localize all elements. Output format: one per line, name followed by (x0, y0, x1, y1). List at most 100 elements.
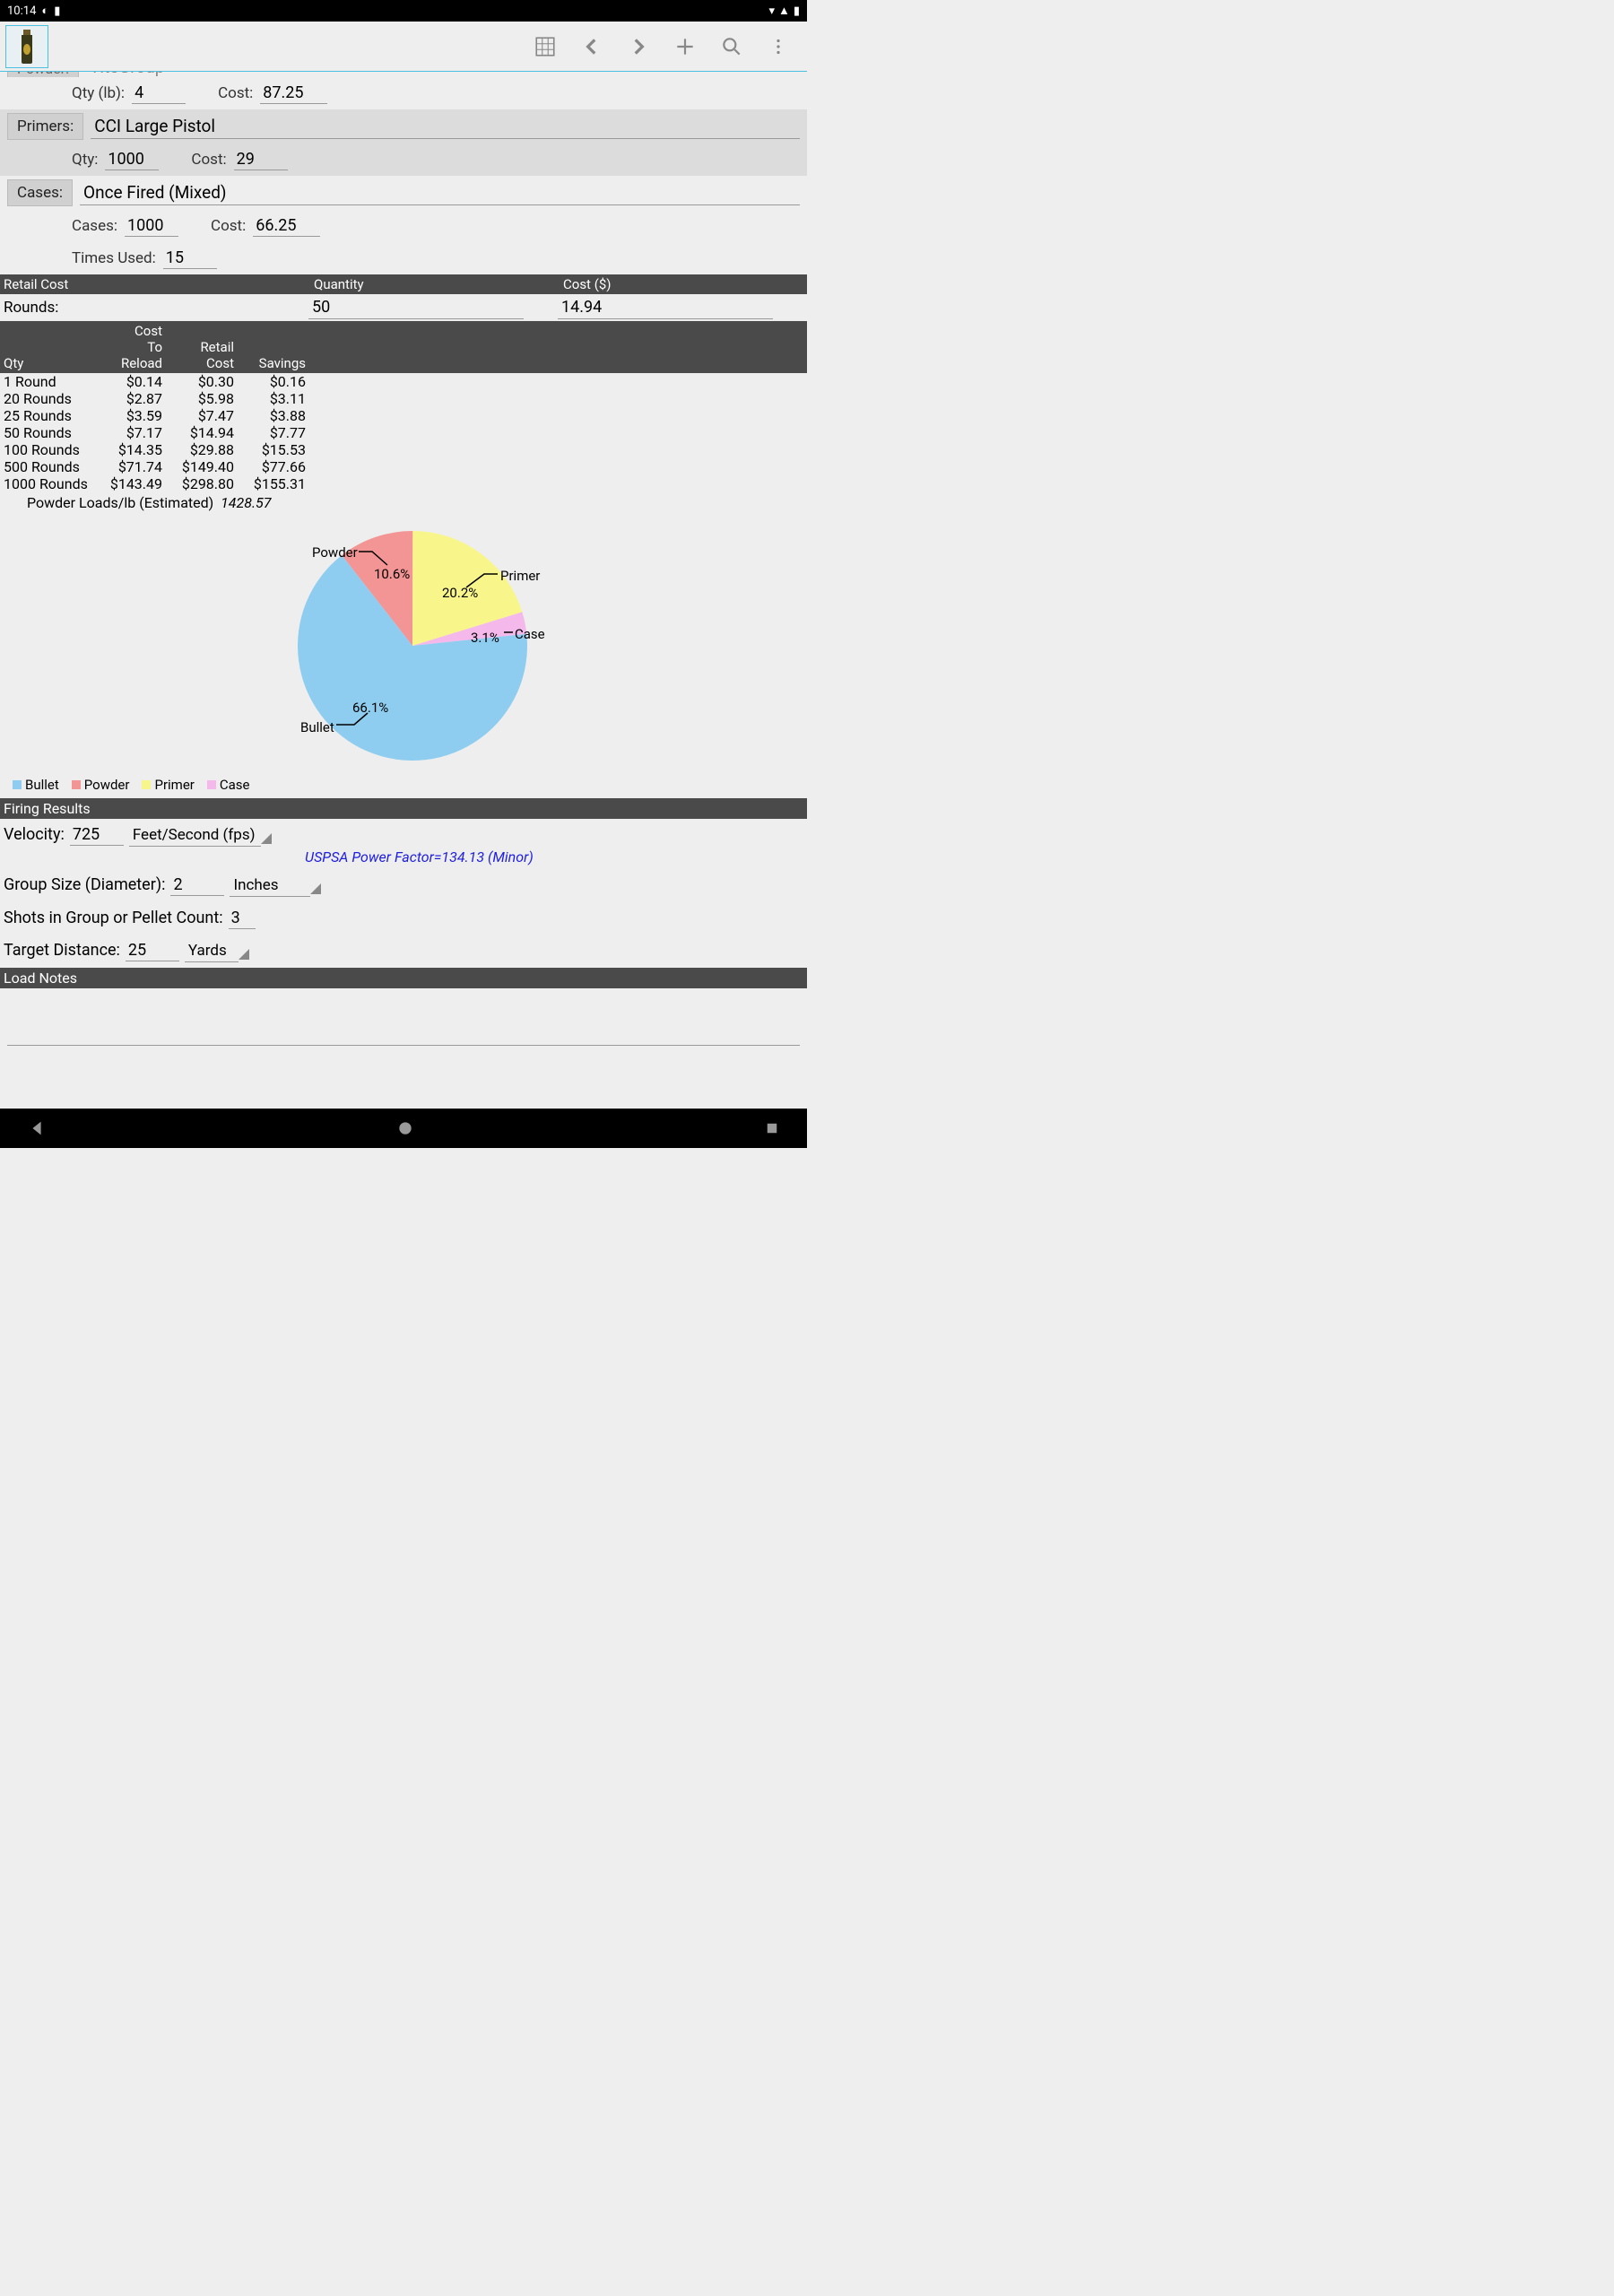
retail-header: Retail Cost Quantity Cost ($) (0, 274, 807, 294)
retail-rounds-row: Rounds: (0, 294, 807, 321)
prev-icon[interactable] (568, 22, 615, 72)
cases-name-input[interactable] (80, 180, 800, 205)
powder-name-partial: TiteGroup (90, 72, 164, 77)
savings-header: Qty CostToReload RetailCost Savings (0, 321, 807, 373)
cases-qty-row: Cases: Cost: (0, 210, 807, 242)
velocity-unit-dropdown[interactable]: Feet/Second (fps) (129, 824, 261, 847)
savings-row: 1 Round$0.14$0.30$0.16 (0, 373, 807, 390)
powder-qty-input[interactable] (132, 83, 186, 104)
savings-qty: 50 Rounds (0, 424, 99, 441)
retail-h1: Retail Cost (0, 276, 308, 292)
firing-results-title: Firing Results (0, 798, 807, 819)
legend-label: Powder (84, 777, 130, 793)
savings-cost: $7.17 (99, 424, 166, 441)
savings-qty: 1 Round (0, 373, 99, 390)
next-icon[interactable] (615, 22, 662, 72)
add-icon[interactable] (662, 22, 708, 72)
primers-label-button[interactable]: Primers: (7, 113, 83, 140)
savings-cost: $0.14 (99, 373, 166, 390)
distance-label: Target Distance: (4, 941, 120, 960)
cases-times-label: Times Used: (72, 249, 156, 267)
cases-cost-input[interactable] (253, 215, 320, 237)
savings-qty: 100 Rounds (0, 441, 99, 458)
primers-qty-label: Qty: (72, 151, 98, 169)
cases-label-button[interactable]: Cases: (7, 179, 73, 206)
retail-rounds-label: Rounds: (0, 299, 308, 317)
search-icon[interactable] (708, 22, 755, 72)
savings-row: 50 Rounds$7.17$14.94$7.77 (0, 424, 807, 441)
legend-swatch (142, 780, 151, 789)
legend-swatch (13, 780, 22, 789)
group-unit-dropdown[interactable]: Inches (230, 874, 310, 897)
load-notes-textarea[interactable] (7, 992, 800, 1046)
primers-qty-row: Qty: Cost: (0, 144, 807, 176)
savings-savings: $77.66 (238, 458, 309, 475)
status-time: 10:14 (7, 4, 36, 18)
savings-qty: 20 Rounds (0, 390, 99, 407)
retail-h2: Quantity (308, 276, 558, 292)
wifi-icon: ▾ (768, 4, 775, 18)
android-status-bar: 10:14 ◐ ▮ ▾ ▲ ▮ (0, 0, 807, 22)
nav-recent-icon[interactable] (764, 1120, 780, 1136)
savings-retail: $7.47 (166, 407, 238, 424)
savings-row: 25 Rounds$3.59$7.47$3.88 (0, 407, 807, 424)
savings-retail: $149.40 (166, 458, 238, 475)
sh-cost: CostToReload (99, 323, 166, 371)
nav-home-icon[interactable] (396, 1119, 414, 1137)
primers-cost-label: Cost: (191, 151, 226, 169)
signal-icon: ▲ (778, 4, 790, 18)
savings-savings: $15.53 (238, 441, 309, 458)
distance-unit-dropdown[interactable]: Yards (185, 940, 239, 962)
legend-item: Primer (142, 777, 194, 793)
legend-swatch (72, 780, 81, 789)
shots-input[interactable] (229, 908, 256, 929)
retail-h3: Cost ($) (558, 276, 807, 292)
cases-times-row: Times Used: (0, 242, 807, 274)
savings-row: 1000 Rounds$143.49$298.80$155.31 (0, 475, 807, 492)
sh-qty: Qty (0, 323, 99, 371)
savings-cost: $14.35 (99, 441, 166, 458)
velocity-input[interactable] (70, 824, 124, 846)
powder-cost-input[interactable] (260, 83, 327, 104)
savings-cost: $143.49 (99, 475, 166, 492)
savings-cost: $71.74 (99, 458, 166, 475)
retail-qty-input[interactable] (308, 296, 524, 319)
sh-retail: RetailCost (166, 323, 238, 371)
savings-savings: $3.88 (238, 407, 309, 424)
primers-name-input[interactable] (91, 114, 800, 139)
savings-row: 20 Rounds$2.87$5.98$3.11 (0, 390, 807, 407)
load-notes-title: Load Notes (0, 968, 807, 988)
primers-row: Primers: (0, 109, 807, 144)
app-toolbar (0, 22, 807, 72)
legend-item: Case (207, 777, 250, 793)
status-icon: ▮ (54, 4, 60, 18)
cases-qty-input[interactable] (125, 215, 178, 237)
legend-label: Primer (154, 777, 194, 793)
chart-leader-lines (0, 520, 807, 771)
powder-cost-label: Cost: (218, 84, 253, 102)
cases-times-input[interactable] (163, 248, 217, 269)
primers-cost-input[interactable] (234, 149, 288, 170)
velocity-row: Velocity: Feet/Second (fps) (0, 819, 807, 852)
group-size-input[interactable] (170, 874, 224, 896)
nav-back-icon[interactable] (27, 1118, 47, 1138)
savings-row: 100 Rounds$14.35$29.88$15.53 (0, 441, 807, 458)
app-icon[interactable] (5, 25, 48, 68)
powder-qty-row: Qty (lb): Cost: (0, 77, 807, 109)
more-icon[interactable] (755, 22, 802, 72)
savings-retail: $0.30 (166, 373, 238, 390)
shots-row: Shots in Group or Pellet Count: (0, 902, 807, 935)
savings-qty: 1000 Rounds (0, 475, 99, 492)
primers-qty-input[interactable] (105, 149, 159, 170)
powder-label-button[interactable]: Powder: (7, 72, 79, 77)
savings-qty: 25 Rounds (0, 407, 99, 424)
sh-savings: Savings (238, 323, 309, 371)
savings-savings: $3.11 (238, 390, 309, 407)
distance-input[interactable] (126, 940, 179, 961)
powder-loads-label: Powder Loads/lb (Estimated) (27, 494, 213, 511)
retail-cost-input[interactable] (558, 296, 773, 319)
powder-qty-label: Qty (lb): (72, 84, 125, 102)
status-icon: ◐ (41, 4, 48, 18)
grid-icon[interactable] (522, 22, 568, 72)
savings-retail: $5.98 (166, 390, 238, 407)
